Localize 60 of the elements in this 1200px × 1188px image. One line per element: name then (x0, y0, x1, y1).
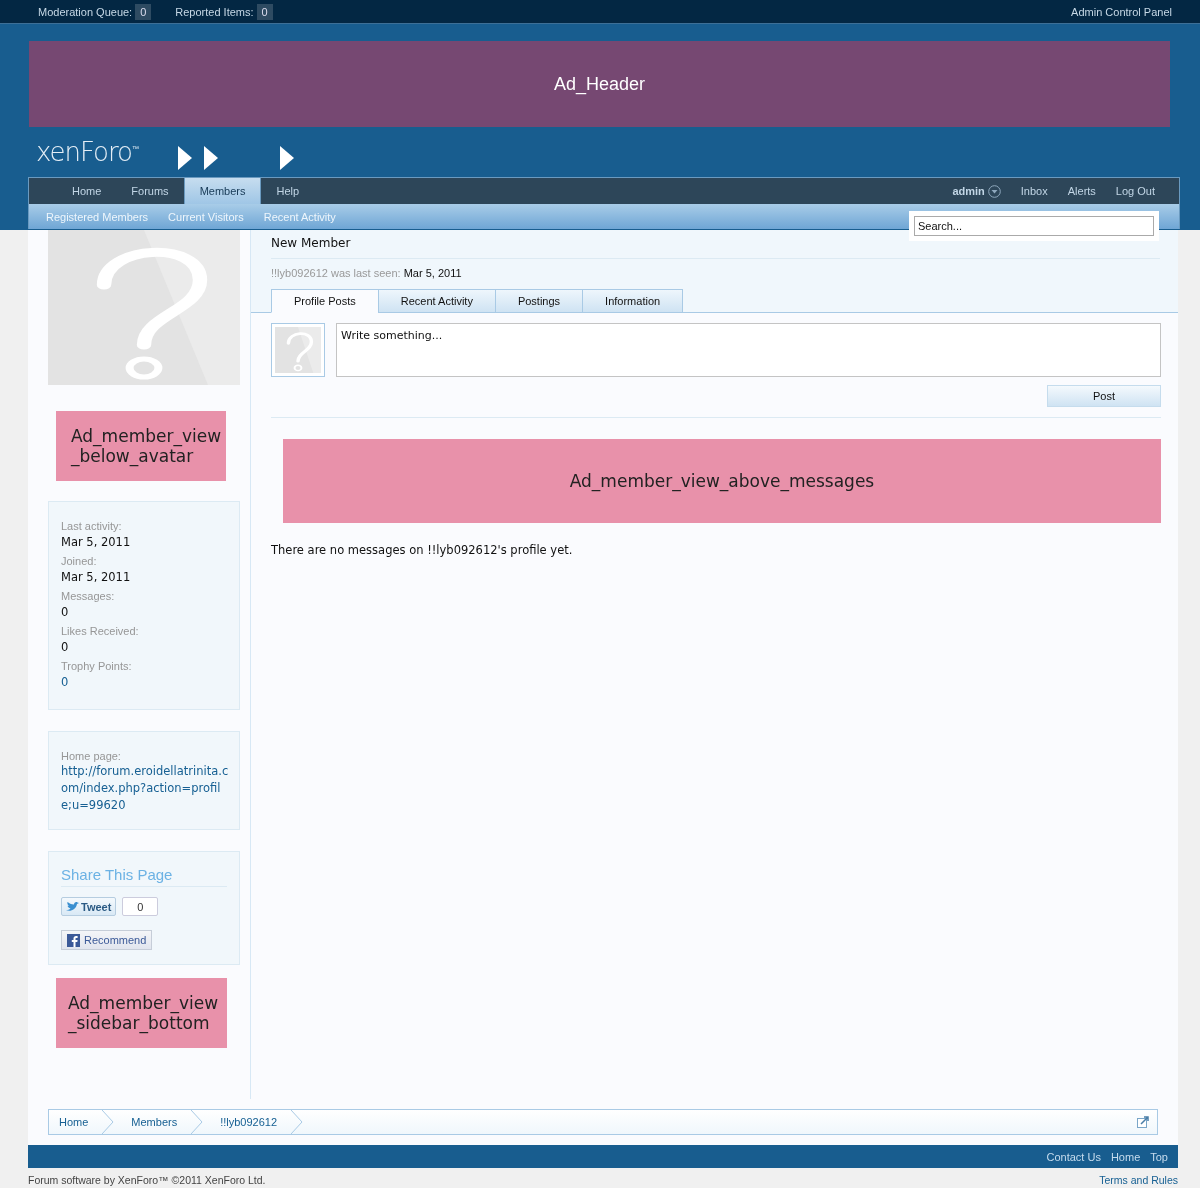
status-field[interactable]: Write something... (336, 323, 1161, 377)
external-link-icon[interactable] (1137, 1116, 1149, 1128)
breadcrumb-link[interactable]: Members (114, 1110, 192, 1134)
post-button[interactable]: Post (1047, 385, 1161, 407)
admin-link[interactable]: Admin Control Panel (1071, 5, 1172, 18)
user-title: New Member (271, 236, 1160, 259)
stat-value: Mar 5, 2011 (61, 569, 132, 586)
stat-value: Mar 5, 2011 (61, 534, 132, 551)
search-field[interactable]: Search... (914, 216, 1154, 236)
logo[interactable]: xenForo$^{™}$ (36, 137, 140, 167)
profile-tab[interactable]: Recent Activity (377, 289, 496, 313)
facebook-icon (67, 933, 80, 947)
stat-value: 0 (61, 639, 70, 656)
tweet-button[interactable]: Tweet (61, 897, 117, 916)
share-title: Share This Page (61, 866, 227, 887)
tweet-count: 0 (122, 897, 159, 916)
stat-label: Trophy Points: (61, 659, 133, 673)
nav-tab[interactable]: Members (183, 177, 262, 204)
play-icon (280, 146, 294, 170)
dropdown-icon (987, 184, 1001, 198)
count-badge: 0 (135, 3, 152, 20)
stat-link[interactable]: 0 (61, 673, 227, 691)
stat-label: Likes Received: (61, 624, 140, 638)
profile-tab[interactable]: Postings (494, 289, 584, 313)
profile-tab[interactable]: Information (582, 289, 684, 313)
ad-banner: Ad_Header (29, 41, 1170, 127)
stat-label: Last activity: (61, 519, 123, 533)
last-seen-text: !!lyb092612 was last seen: Mar 5, 2011 (271, 267, 463, 279)
nav-link[interactable]: Alerts (1067, 185, 1096, 197)
nav-link[interactable]: Log Out (1115, 185, 1155, 197)
stat-label: Home page: (61, 749, 122, 763)
play-icon (178, 146, 192, 170)
play-icon (204, 146, 218, 170)
terms-link[interactable]: Terms and Rules (1099, 1174, 1178, 1186)
user-menu[interactable]: admin (952, 184, 1001, 198)
default-avatar-icon (271, 323, 325, 377)
footer-link[interactable]: Contact Us (1046, 1150, 1101, 1163)
ad-banner: Ad_member_view _below_avatar (56, 411, 226, 481)
top-bar-link[interactable]: Reported Items: (175, 5, 254, 18)
top-bar-link[interactable]: Moderation Queue: (38, 5, 133, 18)
count-badge: 0 (256, 3, 273, 20)
nav-link[interactable]: Inbox (1020, 185, 1048, 197)
footer-link[interactable]: Top (1150, 1150, 1168, 1163)
copyright-text: Forum software by XenForo™ ©2011 XenForo Ltd. (28, 1174, 266, 1186)
ad-banner: Ad_member_view_above_messages (283, 439, 1161, 523)
nav-tab[interactable]: Forums (116, 178, 184, 204)
breadcrumb-link[interactable]: Home (49, 1110, 103, 1134)
home-page-link[interactable]: http://forum.eroidellatrinita.com/index.php?action=profile;u=99620 (61, 763, 229, 814)
profile-tab[interactable]: Profile Posts (271, 289, 379, 313)
bird-icon (66, 901, 79, 912)
nav-tab[interactable]: Help (261, 178, 315, 204)
nav-tab[interactable]: Home (57, 178, 117, 204)
breadcrumb-link[interactable]: !!lyb092612 (203, 1110, 292, 1134)
stat-value: 0 (61, 604, 70, 621)
recommend-button[interactable]: Recommend (61, 930, 153, 950)
ad-banner: Ad_member_view _sidebar_bottom (56, 978, 227, 1048)
stat-label: Messages: (61, 589, 116, 603)
stat-label: Joined: (61, 554, 98, 568)
empty-message: There are no messages on !!lyb092612's profile yet. (271, 543, 574, 557)
footer-link[interactable]: Home (1110, 1150, 1141, 1163)
